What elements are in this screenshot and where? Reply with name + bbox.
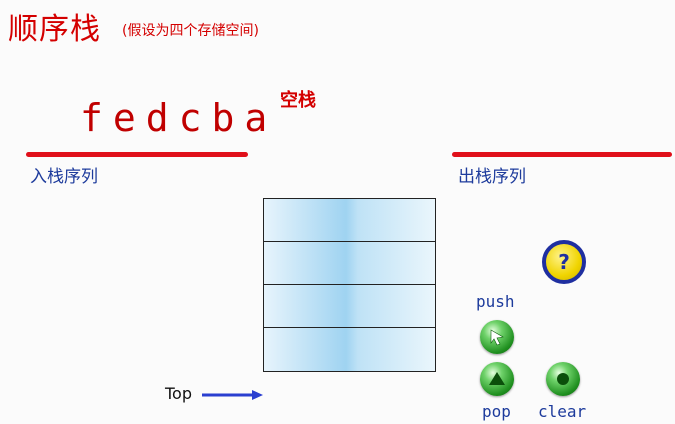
question-mark-icon: ? [558, 250, 570, 274]
push-label: push [476, 292, 515, 311]
input-sequence-label: 入栈序列 [30, 167, 98, 187]
stack-cell [264, 242, 435, 285]
output-sequence-line [452, 152, 672, 157]
output-sequence-label: 出栈序列 [458, 167, 526, 187]
clear-dot-icon [557, 373, 569, 385]
pop-arrow-icon [489, 372, 505, 385]
stack-status-label: 空栈 [280, 90, 316, 111]
pop-label: pop [482, 402, 511, 421]
push-arrow-icon [490, 329, 504, 346]
push-button[interactable] [480, 320, 514, 354]
input-sequence-text: fedcba [80, 96, 278, 140]
stack-cell [264, 285, 435, 328]
stack-cell [264, 199, 435, 242]
help-button[interactable]: ? [542, 240, 586, 284]
right-arrow-icon [202, 390, 263, 400]
pop-button[interactable] [480, 362, 514, 396]
input-sequence-line [26, 152, 248, 157]
clear-button[interactable] [546, 362, 580, 396]
stack-container [263, 198, 436, 372]
page-subtitle: (假设为四个存储空间) [122, 23, 259, 39]
page-title: 顺序栈 [8, 12, 101, 47]
top-pointer-label: Top [165, 384, 192, 403]
clear-label: clear [538, 402, 587, 421]
stack-cell [264, 328, 435, 371]
